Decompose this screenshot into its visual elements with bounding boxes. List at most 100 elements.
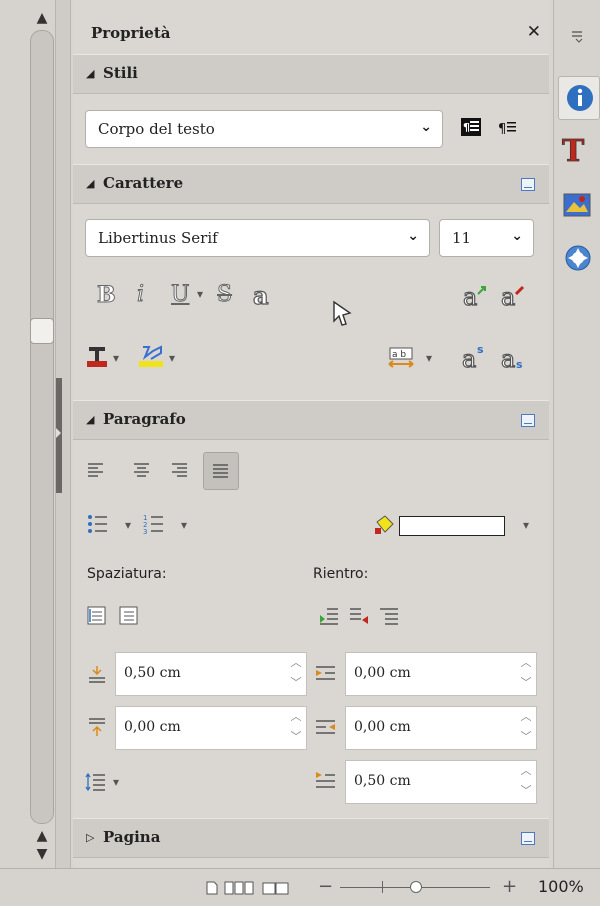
svg-text:¶: ¶ [498, 122, 506, 137]
subscript-icon[interactable]: a [500, 344, 516, 373]
close-icon[interactable]: ✕ [527, 22, 541, 42]
background-dropdown-icon[interactable]: ▾ [523, 518, 529, 532]
bullet-list-dropdown-icon[interactable]: ▾ [125, 518, 131, 532]
spin-up-icon[interactable]: ︿ [520, 765, 532, 777]
font-color-dropdown-icon[interactable]: ▾ [113, 351, 119, 365]
strikethrough-icon[interactable]: S [216, 282, 232, 308]
align-right-icon[interactable] [171, 462, 189, 478]
zoom-level[interactable]: 100% [538, 877, 584, 896]
spacing-label: Spaziatura: [87, 566, 167, 582]
tab-gallery[interactable] [562, 192, 594, 222]
first-line-indent-field[interactable]: 0,50 cm ︿ ﹀ [345, 760, 537, 804]
single-page-view-icon[interactable] [205, 881, 219, 895]
underline-icon[interactable]: U [171, 282, 191, 308]
line-spacing-icon[interactable] [85, 772, 107, 792]
spin-down-icon[interactable]: ﹀ [290, 677, 302, 689]
below-spacing-field[interactable]: 0,00 cm ︿ ﹀ [115, 706, 307, 750]
vertical-scrollbar[interactable]: ▲ ▲ ▼ [0, 0, 58, 868]
indent-label: Rientro: [313, 566, 369, 582]
section-header-pagina[interactable]: ▷ Pagina [73, 818, 549, 858]
character-spacing-icon[interactable]: a b [387, 347, 415, 369]
info-icon [567, 85, 593, 111]
grow-font-icon[interactable]: a [462, 282, 478, 311]
spin-up-icon[interactable]: ︿ [290, 711, 302, 723]
collapse-triangle-icon: ◢ [86, 67, 95, 80]
shrink-arrow-icon [515, 285, 525, 295]
superscript-mark-icon: s [477, 343, 484, 356]
tab-navigator[interactable] [564, 244, 594, 274]
spin-down-icon[interactable]: ﹀ [520, 731, 532, 743]
paragraph-style-select[interactable]: Corpo del testo ⌄ [85, 110, 443, 148]
tab-styles[interactable]: T [560, 135, 594, 165]
new-style-icon[interactable]: ¶ [498, 118, 520, 138]
paragraph-background-icon[interactable] [373, 514, 397, 536]
section-header-carattere[interactable]: ◢ Carattere [73, 164, 549, 204]
superscript-icon[interactable]: a [461, 344, 477, 373]
line-spacing-dropdown-icon[interactable]: ▾ [113, 775, 119, 789]
status-bar: − + 100% [0, 868, 600, 906]
sidebar-menu-icon[interactable] [570, 30, 586, 44]
svg-text:¶: ¶ [463, 121, 470, 134]
spin-up-icon[interactable]: ︿ [290, 657, 302, 669]
chevron-down-icon: ⌄ [407, 228, 419, 244]
spin-down-icon[interactable]: ﹀ [520, 785, 532, 797]
increase-spacing-icon[interactable] [87, 606, 107, 626]
background-color-swatch[interactable] [399, 516, 505, 536]
book-view-icon[interactable] [262, 881, 290, 895]
after-indent-icon [316, 720, 335, 734]
font-size-value: 11 [452, 229, 472, 247]
spin-down-icon[interactable]: ﹀ [520, 677, 532, 689]
sidebar-splitter[interactable] [55, 0, 71, 868]
justify-button[interactable] [203, 452, 239, 490]
mouse-cursor-icon [333, 300, 352, 326]
scroll-up-icon-bottom[interactable]: ▲ [32, 826, 52, 846]
shrink-font-icon[interactable]: a [500, 282, 516, 311]
font-color-icon[interactable] [87, 345, 109, 369]
spin-up-icon[interactable]: ︿ [520, 711, 532, 723]
more-options-icon[interactable] [521, 832, 535, 845]
section-label-carattere: Carattere [103, 174, 184, 192]
tab-properties[interactable] [558, 76, 600, 120]
more-options-icon[interactable] [521, 414, 535, 427]
shadow-icon[interactable]: a [252, 280, 269, 310]
numbered-list-icon[interactable]: 123 [143, 514, 165, 536]
after-indent-field[interactable]: 0,00 cm ︿ ﹀ [345, 706, 537, 750]
scroll-up-icon[interactable]: ▲ [32, 8, 52, 28]
numbered-list-dropdown-icon[interactable]: ▾ [181, 518, 187, 532]
spin-down-icon[interactable]: ﹀ [290, 731, 302, 743]
zoom-slider-thumb[interactable] [410, 881, 422, 893]
multi-page-view-icon[interactable] [224, 881, 254, 895]
bold-icon[interactable]: B [97, 282, 117, 309]
font-size-select[interactable]: 11 ⌄ [439, 219, 534, 257]
align-left-icon[interactable] [87, 462, 105, 478]
more-options-icon[interactable] [521, 178, 535, 191]
align-center-icon[interactable] [133, 462, 151, 478]
zoom-in-button[interactable]: + [502, 876, 517, 897]
scrollbar-track[interactable] [30, 30, 54, 824]
chevron-down-icon: ⌄ [511, 228, 523, 244]
update-style-icon[interactable]: ¶ [461, 118, 483, 138]
bullet-list-icon[interactable] [87, 514, 109, 534]
zoom-out-button[interactable]: − [318, 876, 333, 897]
scroll-down-icon[interactable]: ▼ [32, 844, 52, 864]
increase-indent-icon[interactable] [319, 606, 339, 628]
hanging-indent-icon[interactable] [379, 606, 399, 628]
after-indent-value: 0,00 cm [354, 719, 411, 735]
font-name-select[interactable]: Libertinus Serif ⌄ [85, 219, 430, 257]
section-header-paragrafo[interactable]: ◢ Paragrafo [73, 400, 549, 440]
before-indent-field[interactable]: 0,00 cm ︿ ﹀ [345, 652, 537, 696]
first-line-indent-value: 0,50 cm [354, 773, 411, 789]
highlight-color-icon[interactable] [139, 345, 165, 369]
above-spacing-field[interactable]: 0,50 cm ︿ ﹀ [115, 652, 307, 696]
decrease-spacing-icon[interactable] [119, 606, 139, 626]
decrease-indent-icon[interactable] [349, 606, 369, 628]
section-label-pagina: Pagina [103, 828, 161, 846]
highlight-dropdown-icon[interactable]: ▾ [169, 351, 175, 365]
spacing-dropdown-icon[interactable]: ▾ [426, 351, 432, 365]
scrollbar-thumb[interactable] [30, 318, 54, 344]
expand-triangle-icon: ▷ [86, 831, 95, 844]
italic-icon[interactable]: i [136, 282, 144, 308]
spin-up-icon[interactable]: ︿ [520, 657, 532, 669]
underline-dropdown-icon[interactable]: ▾ [197, 287, 203, 301]
section-header-stili[interactable]: ◢ Stili [73, 54, 549, 94]
